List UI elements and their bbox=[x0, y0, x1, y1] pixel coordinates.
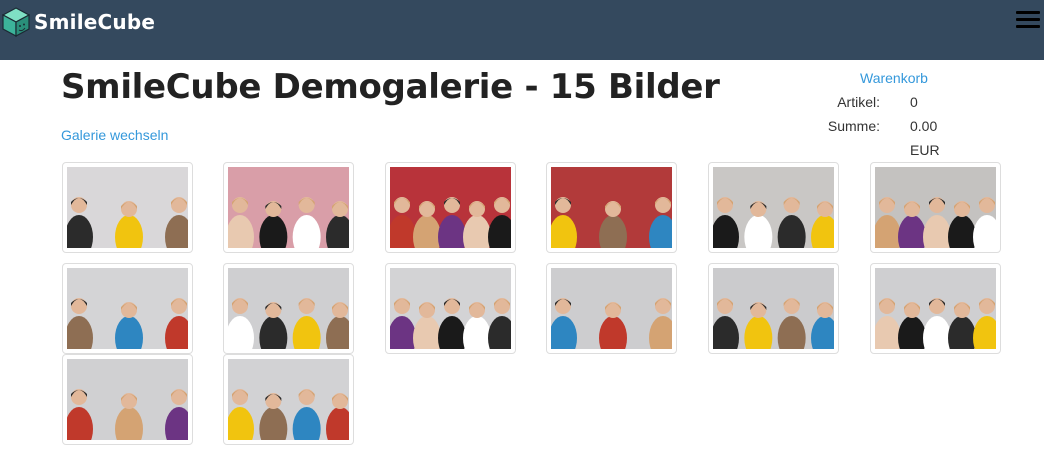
cart-title-link[interactable]: Warenkorb bbox=[860, 70, 928, 86]
top-navbar: SmileCube bbox=[0, 0, 1044, 60]
gallery-thumbnail[interactable] bbox=[223, 354, 354, 445]
gallery-thumbnail[interactable] bbox=[223, 162, 354, 253]
photo-image bbox=[67, 359, 188, 440]
photo-image bbox=[551, 167, 672, 248]
photo-image bbox=[390, 167, 511, 248]
gallery-thumbnail[interactable] bbox=[385, 162, 516, 253]
photo-image bbox=[875, 268, 996, 349]
cart-currency: EUR bbox=[910, 142, 940, 158]
brand[interactable]: SmileCube bbox=[2, 7, 155, 37]
photo-image bbox=[875, 167, 996, 248]
cart-sum-value: 0.00 bbox=[910, 118, 938, 134]
gallery-thumbnail[interactable] bbox=[546, 162, 677, 253]
gallery-thumbnail[interactable] bbox=[708, 263, 839, 354]
photo-image bbox=[67, 167, 188, 248]
switch-gallery-link[interactable]: Galerie wechseln bbox=[61, 127, 168, 143]
gallery-thumbnail[interactable] bbox=[62, 162, 193, 253]
gallery-thumbnail[interactable] bbox=[708, 162, 839, 253]
brand-name: SmileCube bbox=[34, 10, 156, 34]
hamburger-menu-icon[interactable] bbox=[1016, 11, 1040, 31]
cart-sum-label: Summe: bbox=[827, 118, 880, 134]
cart-items-label: Artikel: bbox=[837, 94, 880, 110]
gallery-thumbnail[interactable] bbox=[385, 263, 516, 354]
gallery-thumbnail[interactable] bbox=[62, 263, 193, 354]
photo-image bbox=[228, 167, 349, 248]
photo-image bbox=[228, 268, 349, 349]
cube-logo-icon bbox=[2, 7, 30, 37]
gallery-thumbnail[interactable] bbox=[870, 263, 1001, 354]
gallery-thumbnail[interactable] bbox=[223, 263, 354, 354]
photo-image bbox=[551, 268, 672, 349]
page-title: SmileCube Demogalerie - 15 Bilder bbox=[61, 67, 720, 107]
cart-items-value: 0 bbox=[910, 94, 918, 110]
photo-image bbox=[713, 167, 834, 248]
photo-image bbox=[390, 268, 511, 349]
gallery-thumbnail[interactable] bbox=[870, 162, 1001, 253]
gallery-thumbnail[interactable] bbox=[62, 354, 193, 445]
photo-image bbox=[713, 268, 834, 349]
photo-image bbox=[228, 359, 349, 440]
gallery-thumbnail[interactable] bbox=[546, 263, 677, 354]
photo-image bbox=[67, 268, 188, 349]
